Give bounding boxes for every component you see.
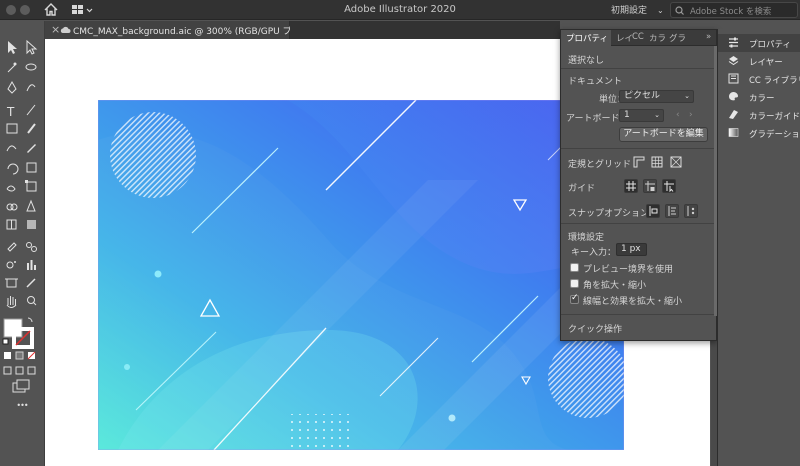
- tab-strip: [290, 21, 560, 39]
- workspace-label: 初期設定: [611, 6, 648, 16]
- chevron-down-icon: ⌄: [654, 111, 660, 119]
- guides-label: ガイド: [568, 184, 596, 194]
- minimize-window-button[interactable]: [20, 5, 30, 15]
- scale-corners-checkbox[interactable]: [570, 279, 579, 288]
- properties-icon: [729, 37, 738, 48]
- transparency-grid-icon[interactable]: [669, 155, 683, 169]
- quick-actions-heading: クイック操作: [568, 325, 623, 335]
- tab-cc-libraries[interactable]: CC: [632, 32, 644, 42]
- grid-icon[interactable]: [650, 155, 664, 169]
- dot-grid-pattern: [288, 414, 352, 450]
- snap-grid-icon: [668, 206, 676, 216]
- collapse-panel-icon[interactable]: »: [706, 32, 711, 42]
- cc-libraries-icon: [728, 73, 739, 84]
- guides-icon: [626, 181, 636, 191]
- tab-layers[interactable]: レイ: [616, 32, 633, 44]
- document-tab[interactable]: × CMC_MAX_background.aic @ 300% (RGB/GPU…: [45, 21, 331, 39]
- divider: [561, 223, 716, 224]
- tab-gradient[interactable]: グラ: [669, 32, 686, 44]
- workspace-switcher[interactable]: 初期設定 ⌄: [611, 3, 664, 16]
- show-guides-button[interactable]: [624, 179, 638, 193]
- stock-search-placeholder: Adobe Stock を検索: [690, 7, 772, 17]
- tab-properties[interactable]: プロパティ: [566, 32, 608, 44]
- dock-item-cc-libraries[interactable]: CC ライブラリ: [718, 70, 800, 88]
- color-guide-icon: [729, 110, 738, 119]
- use-preview-bounds-checkbox[interactable]: [570, 263, 579, 272]
- snap-pixel-icon: [687, 206, 695, 216]
- snap-options-label: スナップオプション: [568, 209, 650, 219]
- dock-item-label: グラデーション: [749, 130, 800, 140]
- close-document-icon[interactable]: ×: [51, 23, 60, 36]
- snap-to-pixel-button[interactable]: [684, 204, 698, 218]
- illustrator-window: Adobe Illustrator 2020 初期設定 ⌄ Adobe Stock…: [0, 0, 800, 466]
- preferences-heading: 環境設定: [568, 233, 605, 243]
- next-artboard-icon[interactable]: ›: [689, 110, 693, 120]
- dock-item-label: カラーガイド: [749, 112, 800, 122]
- tools-panel: T •••: [0, 21, 45, 466]
- artboard-artwork[interactable]: [98, 100, 624, 450]
- scale-corners-label: 角を拡大・縮小: [583, 281, 647, 291]
- lock-guides-button[interactable]: [643, 179, 657, 193]
- dock-item-label: カラー: [749, 94, 775, 104]
- dock-item-label: プロパティ: [749, 40, 791, 50]
- divider: [561, 314, 716, 315]
- dock-item-label: レイヤー: [749, 58, 783, 68]
- edit-artboards-button[interactable]: アートボードを編集: [619, 127, 708, 142]
- search-icon: [675, 6, 684, 15]
- color-icon: [729, 92, 738, 101]
- arrange-documents-icon[interactable]: [71, 4, 93, 16]
- scale-strokes-effects-label: 線幅と効果を拡大・縮小: [583, 297, 683, 307]
- dock-item-properties[interactable]: プロパティ: [718, 34, 800, 52]
- tab-color[interactable]: カラ: [649, 32, 666, 44]
- gradient-icon: [728, 128, 739, 137]
- scale-strokes-effects-checkbox[interactable]: [570, 293, 579, 304]
- smart-guides-button[interactable]: [662, 179, 676, 193]
- divider: [561, 68, 716, 69]
- rulers-grids-label: 定規とグリッド: [568, 160, 632, 170]
- artboard-value: 1: [624, 110, 630, 120]
- artboard-select[interactable]: 1 ⌄: [619, 109, 664, 122]
- dock-item-gradient[interactable]: グラデーション: [718, 124, 800, 142]
- striped-circle-top-left: [110, 112, 196, 198]
- layers-icon: [728, 56, 739, 66]
- dock-item-label: CC ライブラリ: [749, 76, 800, 86]
- lock-guides-icon: [645, 181, 655, 191]
- keyboard-increment-input[interactable]: 1 px: [616, 243, 647, 256]
- snap-to-point-button[interactable]: [646, 204, 660, 218]
- cloud-document-icon: [60, 26, 71, 33]
- chevron-down-icon: ⌄: [684, 92, 690, 100]
- divider: [561, 148, 716, 149]
- home-icon[interactable]: [44, 3, 58, 16]
- selection-state-label: 選択なし: [568, 56, 605, 66]
- use-preview-bounds-label: プレビュー境界を使用: [583, 265, 674, 275]
- panel-dock: プロパティ レイヤー CC ライブラリ カラー カラーガイド グラデーション: [717, 29, 800, 466]
- dock-item-layers[interactable]: レイヤー: [718, 52, 800, 70]
- title-bar: Adobe Illustrator 2020 初期設定 ⌄ Adobe Stock…: [0, 0, 800, 20]
- snap-point-icon: [649, 206, 658, 216]
- units-select[interactable]: ピクセル ⌄: [619, 90, 694, 103]
- keyboard-increment-label: キー入力：: [571, 248, 617, 258]
- close-window-button[interactable]: [6, 5, 16, 15]
- edit-toolbar-icon[interactable]: •••: [12, 397, 32, 413]
- dock-item-color[interactable]: カラー: [718, 88, 800, 106]
- chevron-down-icon: ⌄: [657, 6, 664, 15]
- stock-search-input[interactable]: Adobe Stock を検索: [670, 2, 798, 18]
- ruler-icon[interactable]: [632, 155, 646, 169]
- document-section-heading: ドキュメント: [568, 77, 623, 87]
- previous-artboard-icon[interactable]: ‹: [676, 110, 680, 120]
- units-value: ピクセル: [624, 91, 661, 101]
- properties-panel-tabs: プロパティ レイ CC カラ グラ »: [561, 30, 716, 46]
- smart-guides-icon: [664, 181, 674, 193]
- properties-panel: プロパティ レイ CC カラ グラ » 選択なし ドキュメント 単位： ピクセル…: [560, 29, 717, 341]
- svg-text:T: T: [6, 105, 15, 119]
- dock-item-color-guide[interactable]: カラーガイド: [718, 106, 800, 124]
- snap-to-grid-button[interactable]: [665, 204, 679, 218]
